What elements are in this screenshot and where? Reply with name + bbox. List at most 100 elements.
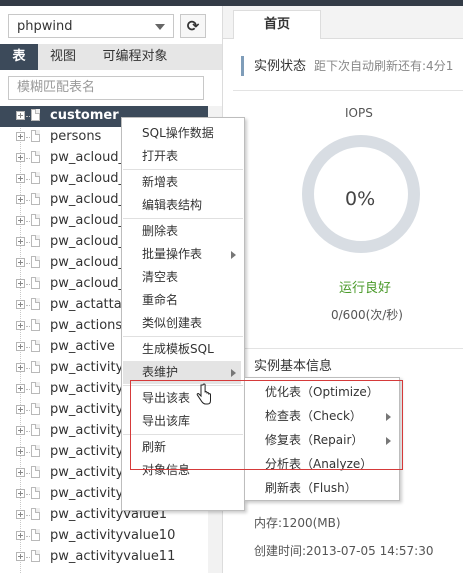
tree-item-label: pw_activityp (50, 486, 132, 501)
expand-icon[interactable] (16, 342, 25, 351)
table-icon (31, 340, 40, 352)
created-time-info: 创建时间:2013-07-05 14:57:30 (254, 544, 434, 558)
expand-icon[interactable] (16, 447, 25, 456)
expand-icon[interactable] (16, 279, 25, 288)
basic-info-header: 实例基本信息 (241, 357, 332, 377)
expand-icon[interactable] (16, 363, 25, 372)
context-menu-item[interactable]: SQL操作数据 (122, 122, 242, 145)
menu-item-label: 重命名 (142, 293, 179, 307)
context-menu-item[interactable]: 类似创建表 (122, 312, 242, 335)
context-menu-item[interactable]: 编辑表结构 (122, 194, 242, 217)
submenu-item[interactable]: 刷新表（Flush） (245, 477, 397, 500)
tab-programmable-objects[interactable]: 可编程对象 (90, 44, 180, 70)
divider (233, 348, 463, 349)
table-icon (31, 193, 40, 205)
table-icon (31, 424, 40, 436)
tree-item-label: pw_activityvalue11 (50, 549, 176, 564)
database-select[interactable]: phpwind (8, 14, 174, 38)
table-icon (31, 151, 40, 163)
tree-item-label: pw_activityd (50, 402, 132, 417)
table-icon (31, 403, 40, 415)
auto-refresh-countdown: 距下次自动刷新还有:4分1 (314, 59, 454, 73)
memory-info: 内存:1200(MB) (254, 516, 341, 530)
expand-icon[interactable] (16, 111, 25, 120)
expand-icon[interactable] (16, 153, 25, 162)
chevron-right-icon (231, 251, 236, 259)
context-menu-item[interactable]: 清空表 (122, 266, 242, 289)
table-icon (31, 550, 40, 562)
context-menu-item[interactable]: 生成模板SQL (122, 338, 242, 361)
expand-icon[interactable] (16, 216, 25, 225)
expand-icon[interactable] (16, 510, 25, 519)
table-icon (31, 319, 40, 331)
context-menu-item[interactable]: 删除表 (122, 220, 242, 243)
menu-item-label: 打开表 (142, 149, 179, 163)
table-icon (31, 130, 40, 142)
tree-item-label: pw_acloud_t (50, 276, 131, 291)
table-icon (31, 172, 40, 184)
iops-label: IOPS (345, 106, 373, 120)
table-icon (31, 277, 40, 289)
table-icon (31, 256, 40, 268)
chevron-down-icon (155, 24, 165, 30)
menu-item-label: 类似创建表 (142, 316, 203, 330)
instance-status-title: 实例状态 (254, 59, 307, 74)
expand-icon[interactable] (16, 426, 25, 435)
expand-icon[interactable] (16, 405, 25, 414)
database-select-value: phpwind (17, 19, 73, 34)
tab-home[interactable]: 首页 (233, 10, 321, 39)
expand-icon[interactable] (16, 489, 25, 498)
expand-icon[interactable] (16, 384, 25, 393)
tree-item-label: customer (50, 108, 119, 123)
table-icon (31, 298, 40, 310)
expand-icon[interactable] (16, 321, 25, 330)
tree-item[interactable]: pw_activityvalue11 (0, 547, 222, 568)
expand-icon[interactable] (16, 300, 25, 309)
tab-tables[interactable]: 表 (0, 44, 38, 70)
expand-icon[interactable] (16, 195, 25, 204)
context-menu-item[interactable]: 新增表 (122, 171, 242, 194)
tree-item[interactable]: pw_activityvalue10 (0, 526, 222, 547)
main-tabs: 首页 (223, 6, 463, 39)
table-icon (31, 508, 40, 520)
menu-separator (123, 218, 243, 219)
expand-icon[interactable] (16, 531, 25, 540)
expand-icon[interactable] (16, 174, 25, 183)
menu-item-label: SQL操作数据 (142, 126, 214, 140)
table-icon (31, 382, 40, 394)
context-menu-item[interactable]: 批量操作表 (122, 243, 242, 266)
table-search-input[interactable]: 模糊匹配表名 (8, 76, 204, 100)
refresh-icon: ⟳ (186, 17, 200, 35)
context-menu-item[interactable]: 重命名 (122, 289, 242, 312)
tree-item-label: pw_active (50, 339, 115, 354)
menu-separator (123, 336, 243, 337)
table-icon (31, 466, 40, 478)
menu-item-label: 清空表 (142, 270, 179, 284)
table-icon (31, 235, 40, 247)
context-menu-item[interactable]: 打开表 (122, 145, 242, 168)
table-icon (31, 445, 40, 457)
menu-item-label: 删除表 (142, 224, 179, 238)
table-icon (31, 361, 40, 373)
expand-icon[interactable] (16, 237, 25, 246)
table-icon (31, 487, 40, 499)
expand-icon[interactable] (16, 132, 25, 141)
iops-percent: 0% (345, 188, 376, 210)
tab-views[interactable]: 视图 (40, 44, 86, 70)
expand-icon[interactable] (16, 552, 25, 561)
table-icon (31, 214, 40, 226)
menu-item-label: 生成模板SQL (142, 342, 214, 356)
tree-item-label: pw_activityfi (50, 423, 132, 438)
refresh-button[interactable]: ⟳ (180, 14, 206, 38)
instance-status-header: 实例状态 距下次自动刷新还有:4分1 (241, 56, 453, 76)
tree-item-label: persons (50, 129, 102, 144)
expand-icon[interactable] (16, 258, 25, 267)
menu-item-label: 刷新表（Flush） (265, 481, 357, 495)
table-icon (31, 529, 40, 541)
tree-item-label: pw_activityvalue10 (50, 528, 176, 543)
expand-icon[interactable] (16, 468, 25, 477)
chevron-right-icon (231, 369, 236, 377)
basic-info-title: 实例基本信息 (254, 359, 333, 374)
tree-item-label: pw_actions (50, 318, 123, 333)
divider (233, 90, 463, 91)
